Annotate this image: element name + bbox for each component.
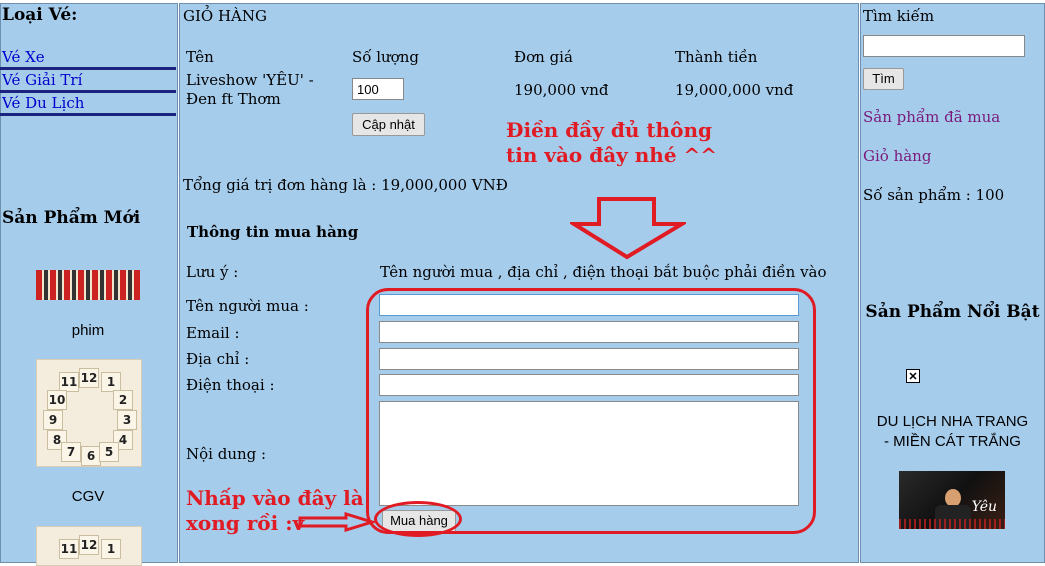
form-highlight-box — [366, 288, 816, 534]
buyer-name-label: Tên người mua : — [186, 297, 309, 315]
category-link-bus[interactable]: Vé Xe — [0, 47, 176, 70]
purchase-info-title: Thông tin mua hàng — [187, 223, 359, 241]
product-count: Số sản phẩm : 100 — [863, 186, 1005, 204]
broken-image-icon[interactable] — [906, 369, 920, 383]
product-image-next[interactable]: 11 12 1 — [36, 526, 142, 566]
phone-label: Điện thoại : — [186, 376, 275, 394]
product-image-cgv[interactable]: 12 11 1 10 2 9 3 8 4 7 6 5 — [36, 359, 142, 467]
buy-button-highlight — [374, 501, 462, 537]
featured-products-heading: Sản Phẩm Nổi Bật — [865, 302, 1040, 322]
featured-item-title-line1[interactable]: DU LỊCH NHA TRANG — [862, 413, 1043, 430]
cart-item-name: Liveshow 'YÊU' - Đen ft Thơm — [186, 71, 314, 108]
col-header-qty: Số lượng — [352, 48, 419, 66]
thumb-signature-text: Yêu — [971, 499, 997, 515]
annotation-click-line2: xong rồi :v — [186, 511, 305, 535]
product-image-phim[interactable] — [36, 270, 140, 300]
down-arrow-annotation — [570, 197, 686, 260]
category-link-entertainment[interactable]: Vé Giải Trí — [0, 70, 176, 93]
category-link-travel[interactable]: Vé Du Lịch — [0, 93, 176, 116]
cart-link[interactable]: Giỏ hàng — [863, 147, 931, 165]
cart-item-total: 19,000,000 vnđ — [675, 81, 794, 99]
update-button[interactable]: Cập nhật — [352, 113, 425, 136]
product-caption-cgv[interactable]: CGV — [0, 488, 176, 505]
cart-title: GIỎ HÀNG — [183, 7, 267, 25]
cart-item-price: 190,000 vnđ — [514, 81, 609, 99]
note-label: Lưu ý : — [186, 263, 239, 281]
annotation-fill-line2: tin vào đây nhé ^^ — [506, 143, 718, 167]
email-label: Email : — [186, 324, 240, 342]
quantity-input[interactable] — [352, 78, 404, 100]
featured-item-title-line2[interactable]: - MIỀN CÁT TRẮNG — [862, 433, 1043, 450]
content-label: Nội dung : — [186, 445, 267, 463]
note-text: Tên người mua , địa chỉ , điện thoại bắt… — [380, 263, 827, 281]
col-header-name: Tên — [186, 48, 214, 66]
search-button[interactable]: Tìm — [863, 68, 904, 90]
featured-item-image[interactable]: Yêu — [899, 471, 1005, 529]
search-input[interactable] — [863, 35, 1025, 57]
annotation-fill-line1: Điền đầy đủ thông — [506, 118, 712, 142]
order-total: Tổng giá trị đơn hàng là : 19,000,000 VN… — [183, 176, 508, 194]
new-products-heading: Sản Phẩm Mới — [2, 208, 141, 228]
search-label: Tìm kiếm — [863, 7, 935, 25]
ticket-type-heading: Loại Vé: — [2, 5, 78, 25]
col-header-price: Đơn giá — [514, 48, 573, 66]
address-label: Địa chỉ : — [186, 350, 250, 368]
right-arrow-annotation — [298, 512, 376, 532]
col-header-total: Thành tiền — [675, 48, 758, 66]
annotation-click-line1: Nhấp vào đây là — [186, 486, 364, 510]
purchased-products-link[interactable]: Sản phẩm đã mua — [863, 108, 1000, 126]
product-caption-phim[interactable]: phim — [0, 322, 176, 339]
